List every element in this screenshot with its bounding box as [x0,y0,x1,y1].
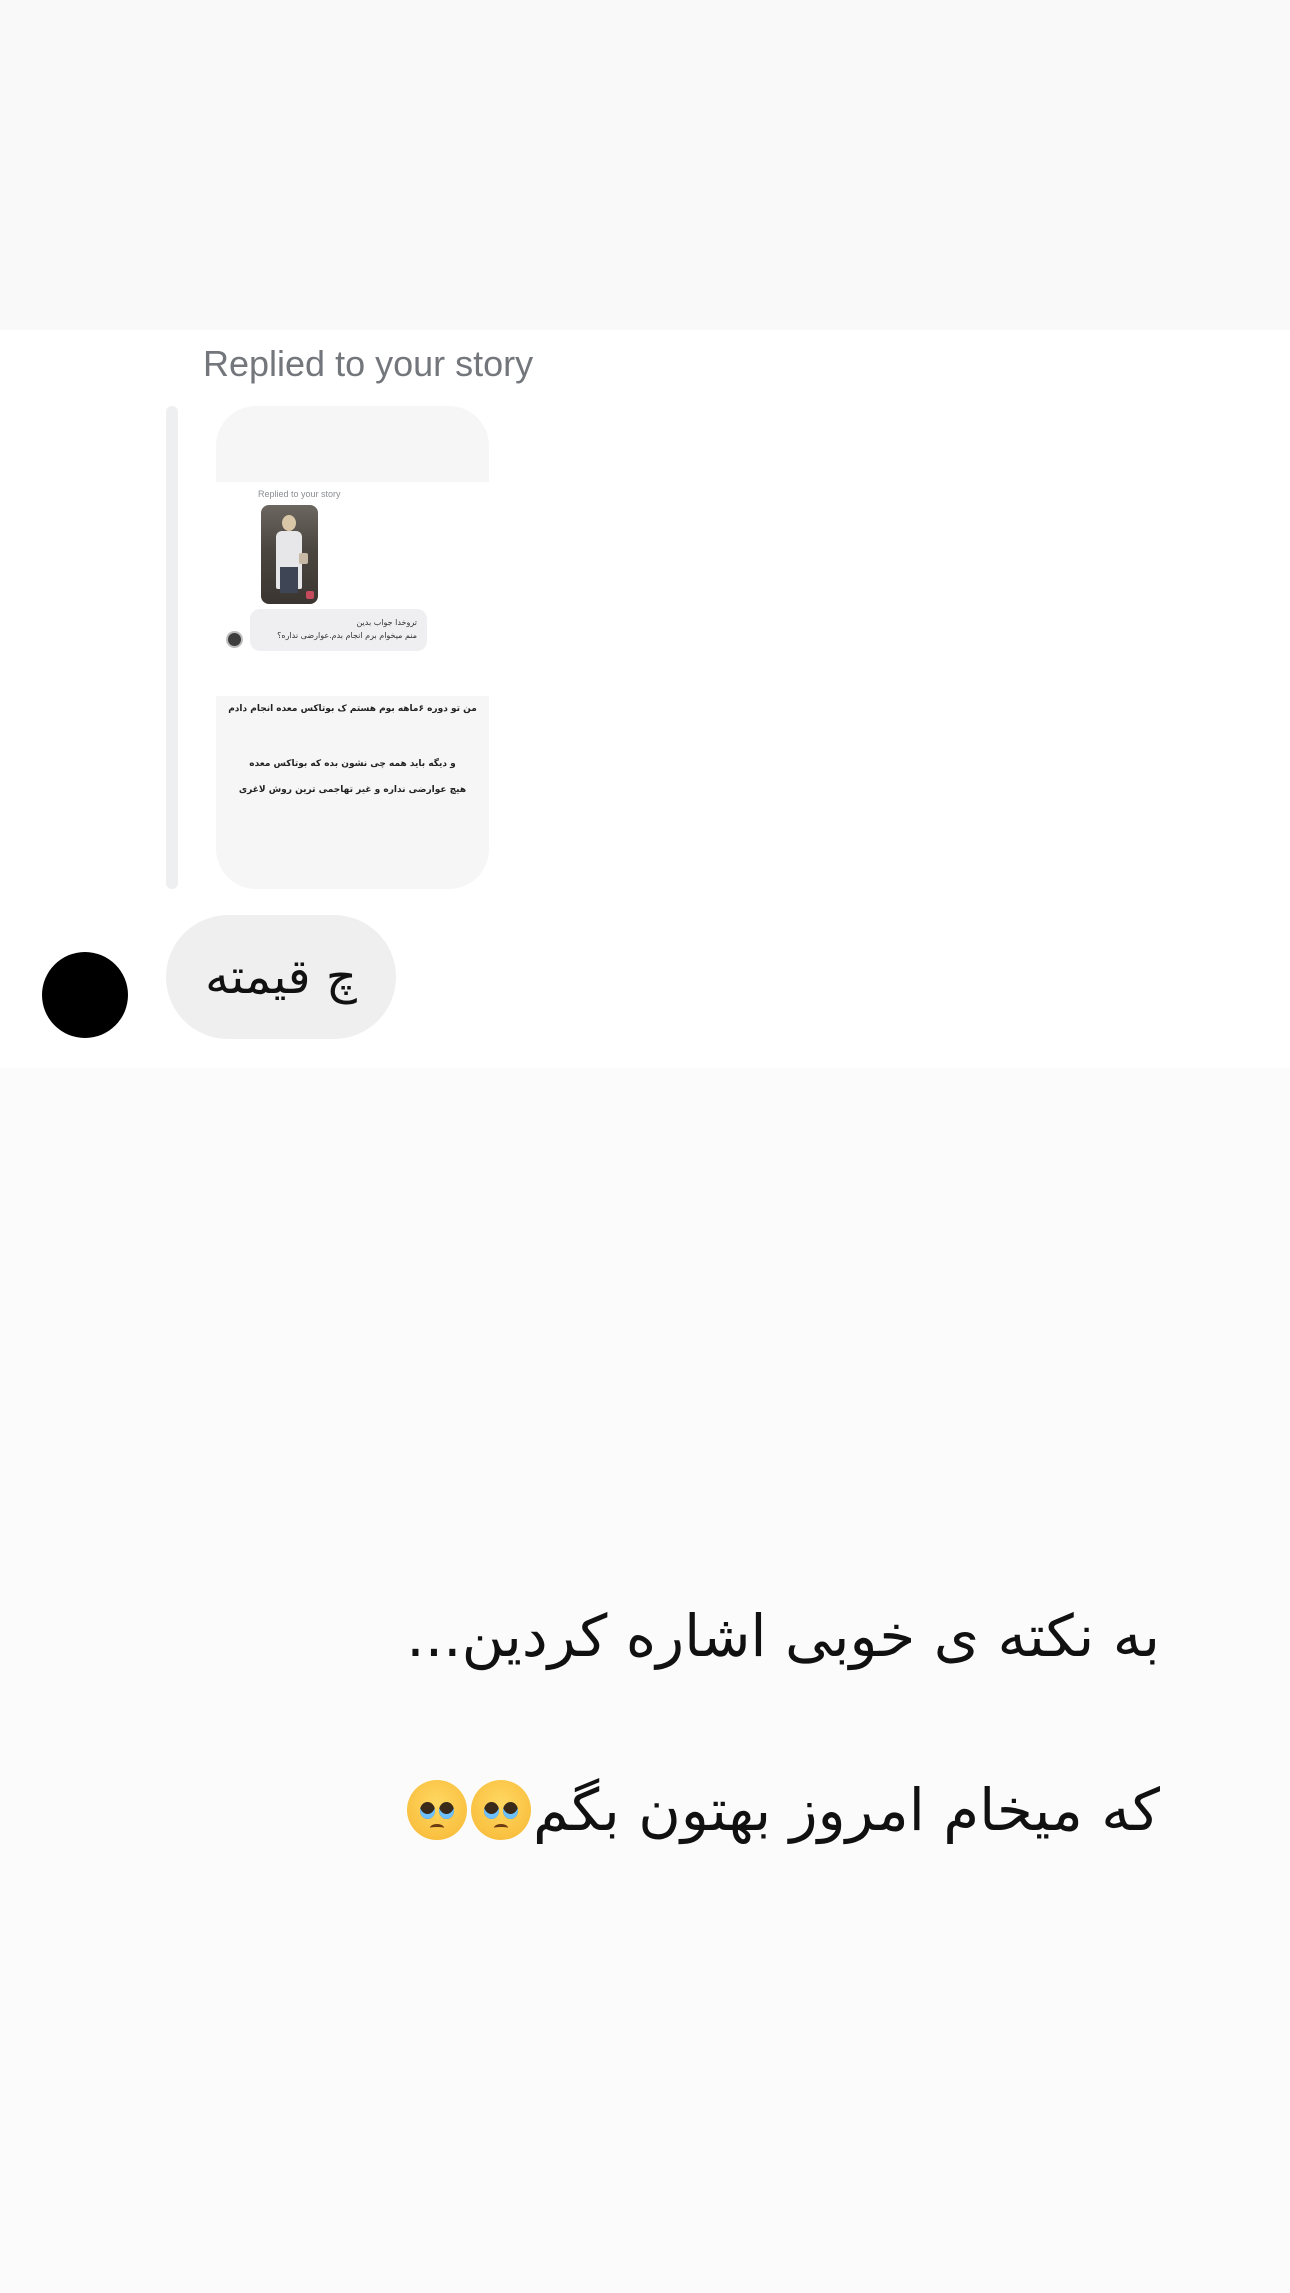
photo-figure-head [282,515,296,531]
caption-line-2: که میخام امروز بهتون بگم [405,1776,1160,1844]
story-preview-card[interactable]: Replied to your story تروخدا جواب بدین م… [216,406,489,889]
top-blank-area [0,0,1290,330]
story-inner-screenshot [216,482,489,696]
photo-figure-bag [299,553,308,564]
mini-message-line-2: منم میخوام برم انجام بدم.عوارضی نداره؟ [277,631,417,640]
screen: Replied to your story Replied to your st… [0,0,1290,2293]
mini-avatar [226,631,243,648]
mini-message-line-1: تروخدا جواب بدین [356,618,417,627]
incoming-message-bubble[interactable]: چ قیمته [166,915,396,1039]
replied-to-story-label: Replied to your story [203,343,534,384]
caption-line-1: به نکته ی خوبی اشاره کردین... [406,1602,1160,1670]
mini-story-photo [261,505,318,604]
story-text-line-3: هیچ عوارضی نداره و غیر تهاجمی ترین روش ل… [238,785,467,795]
pleading-face-icon [407,1780,468,1840]
pleading-face-icon [471,1780,532,1840]
mini-message-bubble: تروخدا جواب بدین منم میخوام برم انجام بد… [250,609,427,651]
photo-red-tag [306,591,314,599]
photo-figure-pants [280,567,298,593]
story-text-line-1: من تو دوره ۶ماهه بوم هستم ک بوتاکس معده … [228,704,477,714]
caption-line-2-text: که میخام امروز بهتون بگم [533,1776,1160,1844]
mini-replied-label: Replied to your story [258,489,341,499]
story-text-line-2: و دیگه باید همه چی نشون بده که بوتاکس مع… [249,759,456,769]
reply-quote-bar [166,406,178,889]
sender-avatar[interactable] [42,952,128,1038]
